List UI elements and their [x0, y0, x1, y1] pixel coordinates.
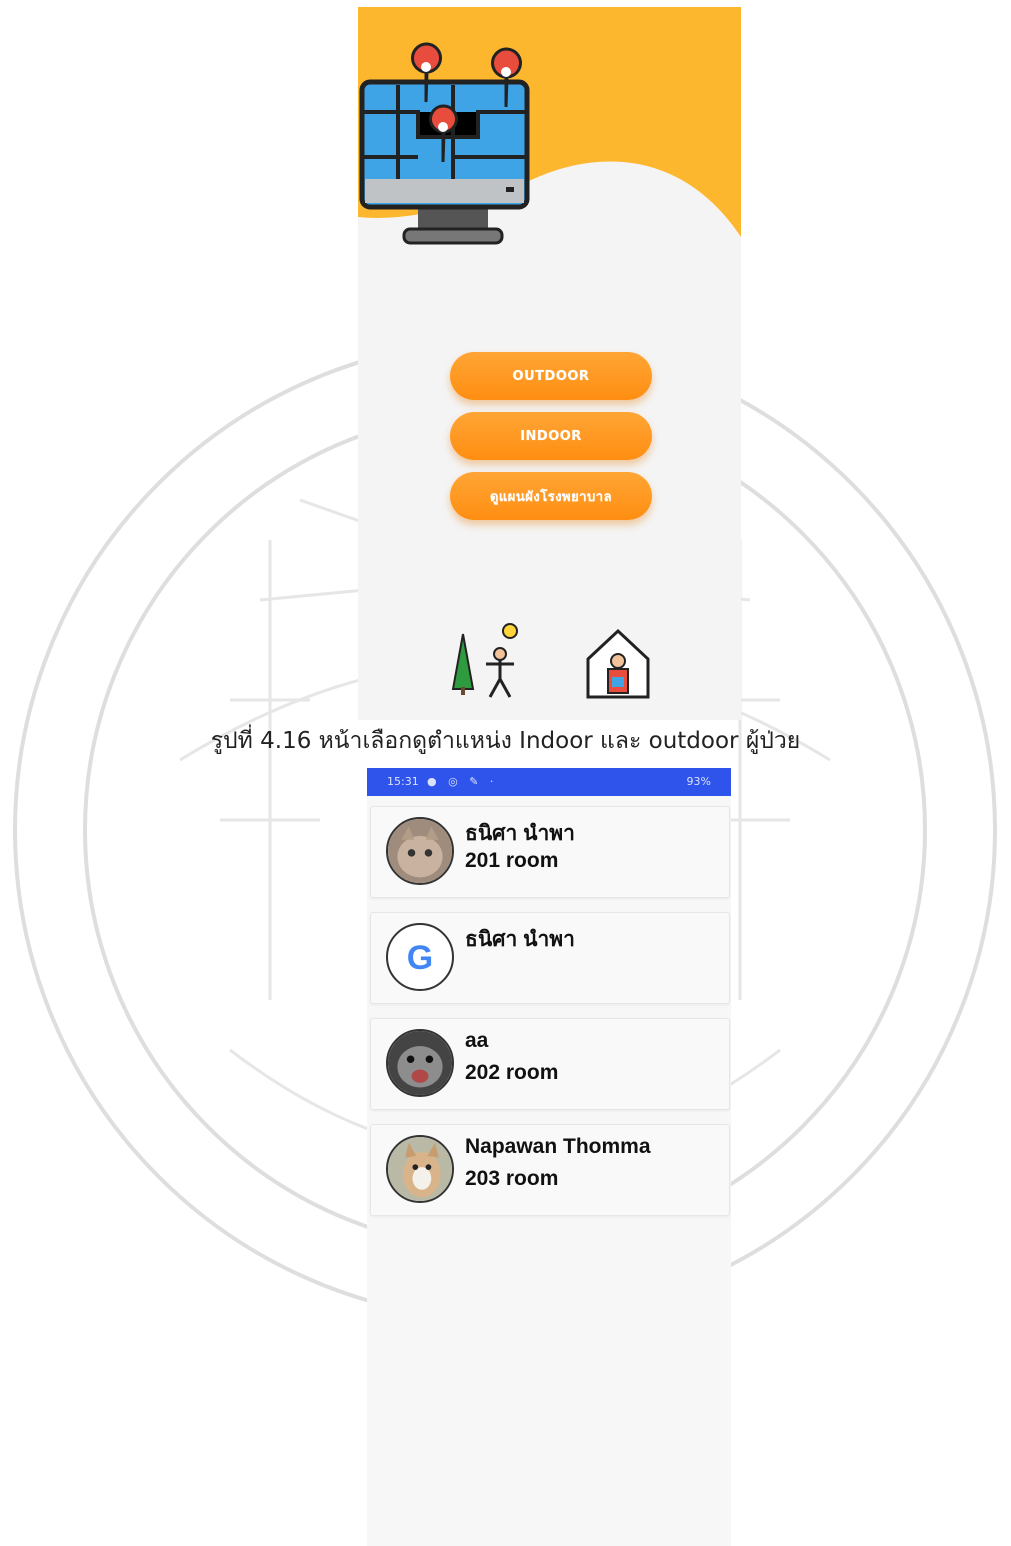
google-avatar: G: [386, 923, 454, 991]
hero-header: [358, 7, 741, 245]
patient-name: Napawan Thomma: [465, 1135, 651, 1158]
location-icons: [451, 623, 650, 699]
patient-name: ธนิศา นำพา: [465, 822, 575, 845]
patient-card[interactable]: aa 202 room: [370, 1018, 730, 1110]
patient-room: 202 room: [465, 1061, 559, 1084]
svg-text:G: G: [407, 939, 433, 977]
figure-caption: รูปที่ 4.16 หน้าเลือกดูตำแหน่ง Indoor แล…: [210, 728, 801, 754]
indoor-house-icon: [586, 628, 650, 699]
patient-list-screen: 15:31 ● ◎ ✎ · 93% ธนิศา นำพา 201 room G …: [367, 768, 731, 1546]
patient-name: aa: [465, 1029, 489, 1052]
patient-name: ธนิศา นำพา: [465, 928, 575, 951]
patient-room: 201 room: [465, 849, 559, 872]
outdoor-person-icon: [451, 623, 518, 698]
patient-card[interactable]: Napawan Thomma 203 room: [370, 1124, 730, 1216]
notification-icons: ● ◎ ✎ ·: [427, 775, 498, 788]
patient-card[interactable]: ธนิศา นำพา 201 room: [370, 806, 730, 898]
location-menu-screen: OUTDOOR INDOOR ดูแผนผังโรงพยาบาล: [358, 7, 741, 720]
status-time: 15:31: [387, 775, 419, 788]
patient-card[interactable]: G ธนิศา นำพา: [370, 912, 730, 1004]
cat-avatar: [386, 1029, 454, 1097]
cat-avatar: [386, 817, 454, 885]
outdoor-button[interactable]: OUTDOOR: [450, 352, 652, 400]
battery-level: 93%: [686, 775, 711, 788]
status-bar: 15:31 ● ◎ ✎ · 93%: [367, 768, 731, 796]
indoor-button[interactable]: INDOOR: [450, 412, 652, 460]
dog-avatar: [386, 1135, 454, 1203]
hospital-map-button[interactable]: ดูแผนผังโรงพยาบาล: [450, 472, 652, 520]
patient-room: 203 room: [465, 1167, 559, 1190]
